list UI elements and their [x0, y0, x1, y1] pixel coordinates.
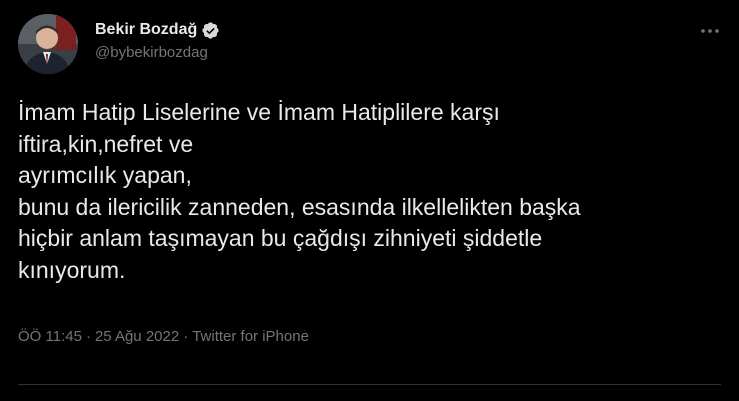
tweet-text: İmam Hatip Liselerine ve İmam Hatipliler…	[18, 99, 581, 283]
more-horizontal-icon	[701, 29, 719, 33]
more-button[interactable]	[697, 20, 723, 42]
author-info[interactable]: Bekir Bozdağ @bybekirbozdag	[95, 19, 220, 61]
verified-badge-icon	[201, 21, 220, 40]
avatar-image	[18, 14, 78, 74]
meta-separator: ·	[183, 328, 189, 345]
meta-separator: ·	[85, 328, 91, 345]
display-name[interactable]: Bekir Bozdağ	[95, 21, 197, 39]
avatar[interactable]	[18, 14, 78, 74]
tweet-time[interactable]: ÖÖ 11:45	[18, 328, 82, 345]
tweet-meta: ÖÖ 11:45 · 25 Ağu 2022 · Twitter for iPh…	[18, 328, 309, 345]
tweet-date[interactable]: 25 Ağu 2022	[95, 328, 179, 345]
tweet-card: Bekir Bozdağ @bybekirbozdag İmam Hatip L…	[0, 0, 739, 401]
handle[interactable]: @bybekirbozdag	[95, 44, 220, 61]
divider	[18, 384, 721, 385]
tweet-source[interactable]: Twitter for iPhone	[192, 328, 309, 345]
